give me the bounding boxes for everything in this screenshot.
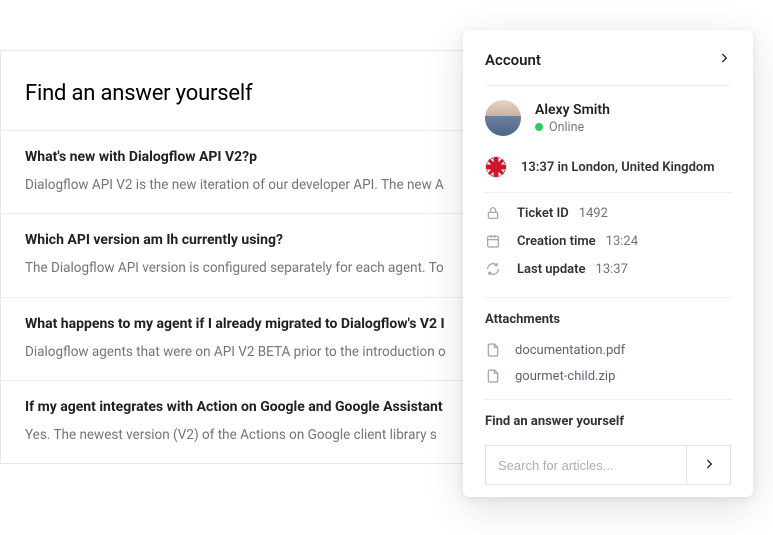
meta-list: Ticket ID 1492 Creation time 13:24 Last … <box>463 193 753 297</box>
attachments-list: documentation.pdf gourmet-child.zip <box>463 337 753 399</box>
file-icon <box>485 342 501 358</box>
meta-label: Ticket ID <box>517 206 569 221</box>
search-wrap <box>463 439 753 485</box>
account-panel: Account Alexy Smith Online 13:37 in Lond… <box>463 30 753 497</box>
attachment-name: documentation.pdf <box>515 343 625 358</box>
search-button[interactable] <box>686 446 730 484</box>
user-status: Online <box>535 120 610 135</box>
user-row: Alexy Smith Online <box>463 86 753 148</box>
uk-flag-icon <box>485 156 507 178</box>
meta-value: 1492 <box>579 206 608 221</box>
meta-value: 13:24 <box>606 234 638 249</box>
meta-update: Last update 13:37 <box>485 255 731 283</box>
location-text: 13:37 in London, United Kingdom <box>521 160 715 175</box>
attachments-title: Attachments <box>463 298 753 337</box>
attachment-item[interactable]: gourmet-child.zip <box>485 363 731 389</box>
meta-label: Last update <box>517 262 586 277</box>
user-status-text: Online <box>549 120 584 135</box>
search-section-title: Find an answer yourself <box>463 400 753 439</box>
account-header[interactable]: Account <box>463 30 753 85</box>
attachment-name: gourmet-child.zip <box>515 369 615 384</box>
chevron-right-icon <box>717 50 731 69</box>
meta-ticket: Ticket ID 1492 <box>485 199 731 227</box>
account-header-title: Account <box>485 51 541 69</box>
calendar-icon <box>485 233 501 249</box>
avatar <box>485 100 521 136</box>
refresh-icon <box>485 261 501 277</box>
user-name: Alexy Smith <box>535 102 610 118</box>
meta-creation: Creation time 13:24 <box>485 227 731 255</box>
location-row: 13:37 in London, United Kingdom <box>463 148 753 192</box>
search-box <box>485 445 731 485</box>
lock-icon <box>485 205 501 221</box>
status-dot-icon <box>535 123 543 131</box>
chevron-right-icon <box>702 457 716 474</box>
file-icon <box>485 368 501 384</box>
meta-value: 13:37 <box>596 262 628 277</box>
meta-label: Creation time <box>517 234 596 249</box>
search-input[interactable] <box>486 446 686 484</box>
attachment-item[interactable]: documentation.pdf <box>485 337 731 363</box>
